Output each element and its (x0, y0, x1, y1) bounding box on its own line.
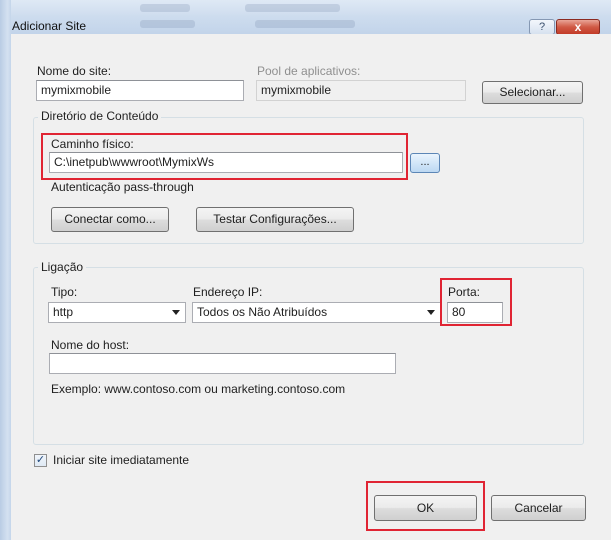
title-bar[interactable]: Adicionar Site ? x (0, 0, 611, 34)
help-button[interactable]: ? (529, 19, 555, 34)
window-title: Adicionar Site (12, 19, 87, 33)
background-window-ghost (140, 4, 190, 12)
host-name-input[interactable] (49, 353, 396, 374)
content-directory-title: Diretório de Conteúdo (38, 109, 162, 123)
physical-path-input[interactable]: C:\inetpub\wwwroot\MymixWs (49, 152, 403, 173)
type-label: Tipo: (51, 285, 78, 299)
host-example-text: Exemplo: www.contoso.com ou marketing.co… (51, 382, 346, 396)
pass-through-auth-label: Autenticação pass-through (51, 180, 194, 194)
connect-as-button[interactable]: Conectar como... (51, 207, 169, 232)
test-settings-button[interactable]: Testar Configurações... (196, 207, 354, 232)
binding-title: Ligação (38, 260, 87, 274)
app-pool-field: mymixmobile (256, 80, 466, 101)
close-icon: x (574, 20, 582, 34)
host-name-label: Nome do host: (51, 338, 130, 352)
background-window-ghost (245, 4, 340, 12)
add-site-dialog: Adicionar Site ? x Nome do site: mymixmo… (0, 0, 611, 540)
select-pool-button[interactable]: Selecionar... (482, 81, 583, 104)
start-immediately-checkbox[interactable]: ✓ (34, 454, 47, 467)
checkmark-icon: ✓ (35, 454, 46, 466)
type-select-value: http (53, 305, 74, 319)
type-select[interactable]: http (48, 302, 186, 323)
site-name-input[interactable]: mymixmobile (36, 80, 244, 101)
chevron-down-icon (172, 310, 180, 315)
physical-path-label: Caminho físico: (51, 137, 134, 151)
ip-address-select[interactable]: Todos os Não Atribuídos (192, 302, 441, 323)
start-immediately-label[interactable]: Iniciar site imediatamente (53, 453, 189, 467)
cancel-button[interactable]: Cancelar (491, 495, 586, 521)
ok-button[interactable]: OK (374, 495, 477, 521)
browse-path-button[interactable]: ... (410, 153, 440, 173)
app-pool-label: Pool de aplicativos: (257, 64, 361, 78)
chevron-down-icon (427, 310, 435, 315)
background-window-ghost (255, 20, 355, 28)
ip-address-select-value: Todos os Não Atribuídos (197, 305, 328, 319)
port-label: Porta: (448, 285, 481, 299)
ip-address-label: Endereço IP: (193, 285, 263, 299)
close-button[interactable]: x (556, 19, 600, 34)
background-window-ghost (140, 20, 195, 28)
help-icon: ? (538, 21, 546, 33)
window-frame (0, 0, 11, 540)
port-input[interactable]: 80 (447, 302, 503, 323)
dialog-content: Nome do site: mymixmobile Pool de aplica… (11, 35, 611, 540)
site-name-label: Nome do site: (37, 64, 112, 78)
